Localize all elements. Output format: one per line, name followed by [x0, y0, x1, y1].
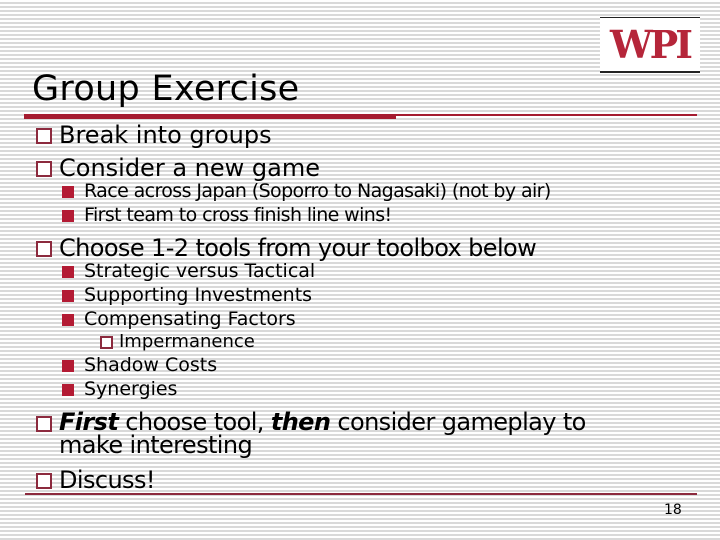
title-underline-thick [24, 114, 396, 119]
hollow-square-bullet-icon [100, 336, 113, 349]
hollow-square-bullet-icon [36, 473, 52, 489]
sub-bullet-synergies: Synergies [62, 378, 177, 400]
hollow-square-bullet-icon [36, 241, 52, 257]
bullet-text: Race across Japan (Soporro to Nagasaki) … [84, 180, 551, 202]
bullet-text: Supporting Investments [84, 284, 313, 306]
sub-bullet-first-team: First team to cross finish line wins! [62, 204, 392, 226]
bullet-text: Shadow Costs [84, 354, 218, 376]
bullet-text: Impermanence [119, 331, 255, 352]
sub-bullet-compensating-factors: Compensating Factors [62, 308, 296, 330]
bullet-break-into-groups: Break into groups [36, 123, 272, 147]
slide-title: Group Exercise [32, 69, 300, 109]
sub-bullet-race-across-japan: Race across Japan (Soporro to Nagasaki) … [62, 180, 551, 202]
bullet-first-choose-tool: First choose tool, then consider gamepla… [36, 408, 586, 459]
filled-square-bullet-icon [62, 384, 74, 396]
sub-bullet-strategic-vs-tactical: Strategic versus Tactical [62, 260, 315, 282]
hollow-square-bullet-icon [36, 416, 52, 432]
filled-square-bullet-icon [62, 290, 74, 302]
filled-square-bullet-icon [62, 210, 74, 222]
bullet-choose-tools: Choose 1-2 tools from your toolbox below [36, 234, 537, 262]
logo-text: WPI [609, 21, 693, 67]
bullet-text: Compensating Factors [84, 308, 296, 330]
bullet-text: Strategic versus Tactical [84, 260, 316, 282]
filled-square-bullet-icon [62, 360, 74, 372]
sub-bullet-shadow-costs: Shadow Costs [62, 354, 217, 376]
hollow-square-bullet-icon [36, 161, 52, 177]
bullet-text: First team to cross finish line wins! [84, 204, 392, 226]
bullet-text: Synergies [84, 378, 178, 400]
sub-sub-bullet-impermanence: Impermanence [100, 332, 255, 352]
filled-square-bullet-icon [62, 266, 74, 278]
filled-square-bullet-icon [62, 314, 74, 326]
bullet-text: Consider a new game [59, 154, 320, 182]
filled-square-bullet-icon [62, 186, 74, 198]
sub-bullet-supporting-investments: Supporting Investments [62, 284, 312, 306]
emphasis-then: then [270, 408, 331, 436]
text-segment: consider gameplay to [330, 408, 586, 436]
text-line-2: make interesting [59, 431, 253, 459]
page-number: 18 [664, 502, 682, 518]
bullet-discuss: Discuss! [36, 468, 155, 492]
title-underline-thin [396, 114, 697, 116]
wpi-logo: WPI [600, 17, 700, 73]
bullet-consider-new-game: Consider a new game [36, 156, 320, 180]
bullet-text: Discuss! [59, 466, 155, 494]
hollow-square-bullet-icon [36, 128, 52, 144]
footer-rule [25, 493, 697, 495]
bullet-text: First choose tool, then consider gamepla… [59, 408, 586, 459]
bullet-text: Choose 1-2 tools from your toolbox below [59, 234, 537, 262]
bullet-text: Break into groups [59, 121, 272, 149]
